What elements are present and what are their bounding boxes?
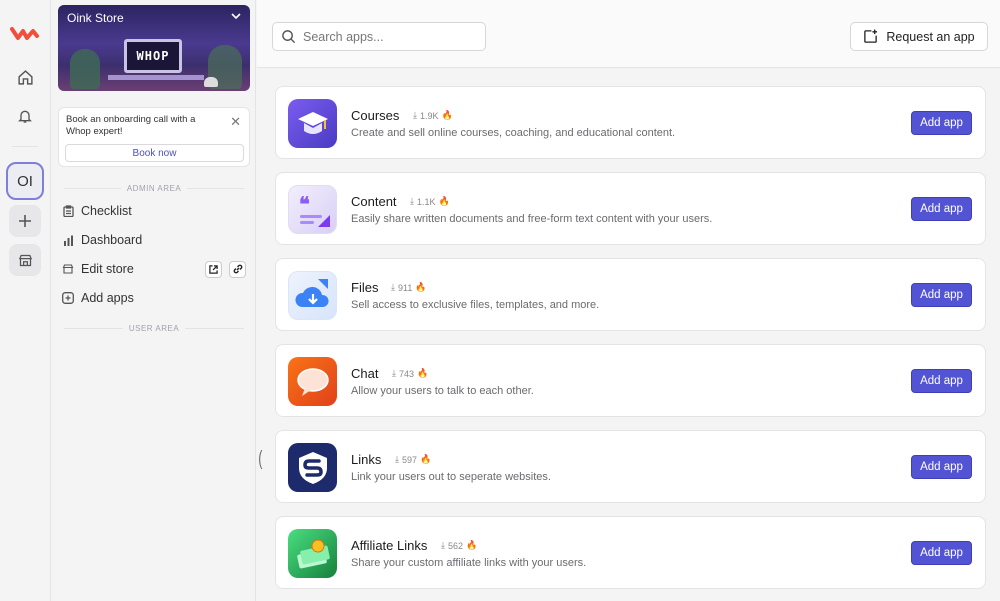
admin-area-header: ADMIN AREA xyxy=(64,184,244,193)
app-title: Links xyxy=(351,452,382,467)
shield-link-icon xyxy=(288,443,337,492)
install-count: ⤓ 911 🔥 xyxy=(391,282,427,293)
fire-icon: 🔥 xyxy=(438,196,450,206)
banner-plant-left xyxy=(70,49,100,89)
install-count: ⤓ 597 🔥 xyxy=(395,454,432,465)
rail-divider xyxy=(12,146,38,147)
banner-cat xyxy=(204,77,218,87)
quote-document-icon: ❝ xyxy=(288,185,337,234)
add-store-button[interactable] xyxy=(9,205,41,237)
plus-square-icon xyxy=(62,292,74,304)
bell-icon[interactable] xyxy=(9,100,41,132)
fire-icon: 🔥 xyxy=(417,368,429,378)
close-icon[interactable]: ✕ xyxy=(230,114,241,130)
app-rail: OI xyxy=(0,0,51,601)
sidebar-item-label: Edit store xyxy=(81,262,134,276)
cloud-download-icon xyxy=(288,271,337,320)
sidebar-item-label: Add apps xyxy=(81,291,134,305)
request-app-label: Request an app xyxy=(886,29,975,44)
fire-icon: 🔥 xyxy=(420,454,432,464)
app-card-links[interactable]: Links ⤓ 597 🔥 Link your users out to sep… xyxy=(275,430,986,503)
chevron-down-icon[interactable] xyxy=(230,10,242,22)
app-title: Content xyxy=(351,194,397,209)
app-title: Affiliate Links xyxy=(351,538,428,553)
app-card-affiliate-links[interactable]: Affiliate Links ⤓ 562 🔥 Share your custo… xyxy=(275,516,986,589)
user-area-label: USER AREA xyxy=(128,324,180,333)
add-app-button[interactable]: Add app xyxy=(911,541,972,565)
app-title: Files xyxy=(351,280,379,295)
bar-chart-icon xyxy=(62,234,74,246)
search-icon xyxy=(282,30,296,44)
add-app-button[interactable]: Add app xyxy=(911,455,972,479)
sidebar-item-add-apps[interactable]: Add apps xyxy=(62,286,246,310)
app-card-content[interactable]: ❝ Content ⤓ 1.1K 🔥 Easily share written … xyxy=(275,172,986,245)
store-switcher-button[interactable]: OI xyxy=(6,162,44,200)
onboarding-text: Book an onboarding call with a Whop expe… xyxy=(66,114,196,137)
sidebar-item-label: Dashboard xyxy=(81,233,143,247)
add-app-button[interactable]: Add app xyxy=(911,369,972,393)
add-app-button[interactable]: Add app xyxy=(911,283,972,307)
app-card-files[interactable]: Files ⤓ 911 🔥 Sell access to exclusive f… xyxy=(275,258,986,331)
app-description: Allow your users to talk to each other. xyxy=(351,385,534,397)
graduation-cap-icon xyxy=(288,99,337,148)
money-stack-icon xyxy=(288,529,337,578)
app-description: Create and sell online courses, coaching… xyxy=(351,127,676,139)
store-name: Oink Store xyxy=(67,11,124,25)
install-count: ⤓ 1.1K 🔥 xyxy=(410,196,450,207)
install-count: ⤓ 1.9K 🔥 xyxy=(413,110,453,121)
app-description: Link your users out to seperate websites… xyxy=(351,471,551,483)
app-description: Easily share written documents and free-… xyxy=(351,213,713,225)
svg-text:❝: ❝ xyxy=(299,193,310,216)
install-count: ⤓ 562 🔥 xyxy=(441,540,478,551)
external-link-icon[interactable] xyxy=(205,260,222,278)
collapse-sidebar-handle[interactable]: ( xyxy=(258,448,262,471)
store-banner[interactable]: WHOP Oink Store xyxy=(58,5,250,91)
add-app-button[interactable]: Add app xyxy=(911,197,972,221)
search-field[interactable] xyxy=(272,22,486,51)
request-app-button[interactable]: Request an app xyxy=(850,22,988,51)
store-initials: OI xyxy=(17,172,33,190)
store-sidebar: WHOP Oink Store Book an onboarding call … xyxy=(52,0,256,601)
home-icon[interactable] xyxy=(9,61,41,93)
book-now-button[interactable]: Book now xyxy=(65,144,244,162)
banner-monitor: WHOP xyxy=(124,39,182,73)
sidebar-item-dashboard[interactable]: Dashboard xyxy=(62,228,246,252)
main-topbar: Request an app xyxy=(257,0,1000,68)
clipboard-icon xyxy=(62,205,74,217)
sidebar-item-edit-store[interactable]: Edit store xyxy=(62,257,246,281)
copy-link-icon[interactable] xyxy=(229,260,246,278)
user-area-header: USER AREA xyxy=(64,324,245,333)
onboarding-card: Book an onboarding call with a Whop expe… xyxy=(58,107,250,167)
add-app-button[interactable]: Add app xyxy=(911,111,972,135)
banner-desk xyxy=(108,75,204,80)
admin-area-label: ADMIN AREA xyxy=(126,184,182,193)
app-card-courses[interactable]: Courses ⤓ 1.9K 🔥 Create and sell online … xyxy=(275,86,986,159)
whop-logo-icon[interactable] xyxy=(10,24,40,42)
app-description: Sell access to exclusive files, template… xyxy=(351,299,600,311)
app-description: Share your custom affiliate links with y… xyxy=(351,557,587,569)
fire-icon: 🔥 xyxy=(441,110,453,120)
add-square-icon xyxy=(864,29,878,43)
app-title: Chat xyxy=(351,366,379,381)
fire-icon: 🔥 xyxy=(466,540,478,550)
marketplace-button[interactable] xyxy=(9,244,41,276)
storefront-icon xyxy=(18,254,32,266)
sidebar-item-checklist[interactable]: Checklist xyxy=(62,199,246,223)
app-title: Courses xyxy=(351,108,400,123)
app-card-chat[interactable]: Chat ⤓ 743 🔥 Allow your users to talk to… xyxy=(275,344,986,417)
fire-icon: 🔥 xyxy=(415,282,427,292)
plus-icon xyxy=(19,215,31,227)
search-input[interactable] xyxy=(303,29,473,44)
sidebar-item-label: Checklist xyxy=(81,204,132,218)
install-count: ⤓ 743 🔥 xyxy=(392,368,429,379)
speech-bubble-icon xyxy=(288,357,337,406)
storefront-icon xyxy=(62,263,74,275)
